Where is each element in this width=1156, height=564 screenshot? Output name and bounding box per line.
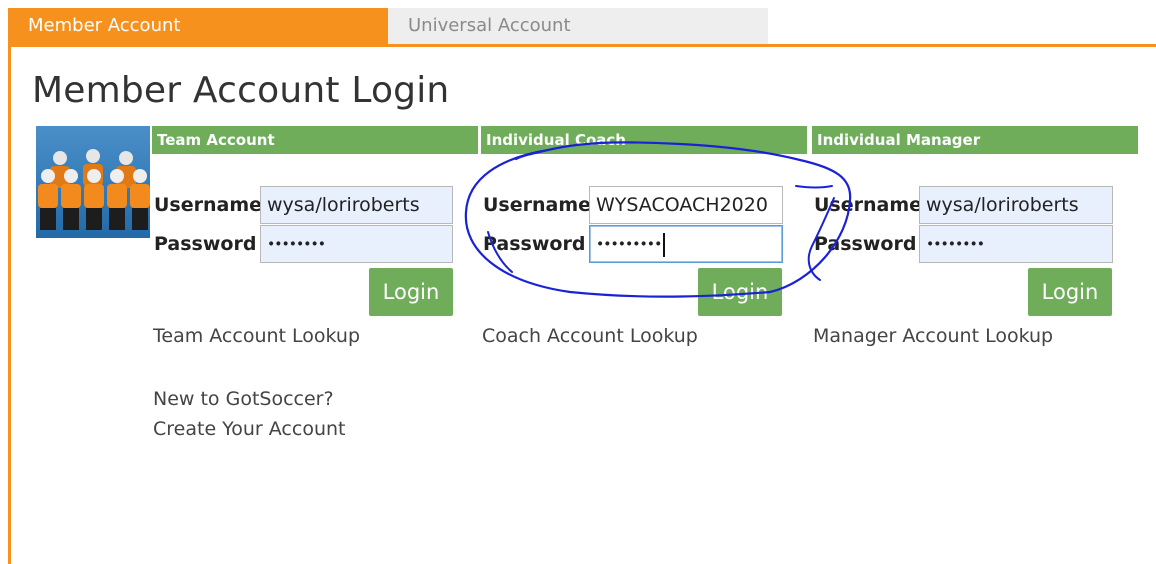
coach-password-mask: •••••••••: [596, 236, 662, 253]
coach-password-input[interactable]: •••••••••: [589, 225, 783, 263]
team-password-label: Password: [154, 233, 257, 255]
coach-password-label: Password: [483, 233, 586, 255]
team-account-section: Team Account: [152, 126, 478, 154]
manager-account-section: Individual Manager: [812, 126, 1138, 154]
new-to-gotsoccer-text: New to GotSoccer?: [153, 388, 334, 410]
coach-account-header: Individual Coach: [481, 126, 807, 154]
team-username-row: Username wysa/loriroberts: [152, 186, 478, 224]
coach-account-lookup-link[interactable]: Coach Account Lookup: [482, 325, 698, 347]
manager-login-button[interactable]: Login: [1028, 268, 1112, 316]
account-tabs: Member Account Universal Account: [8, 8, 768, 44]
manager-password-input[interactable]: ••••••••: [919, 225, 1113, 263]
coach-username-input[interactable]: WYSACOACH2020: [589, 186, 783, 224]
manager-username-row: Username wysa/loriroberts: [812, 186, 1138, 224]
team-players-icon: [36, 126, 150, 238]
manager-password-row: Password ••••••••: [812, 225, 1138, 263]
coach-login-button[interactable]: Login: [698, 268, 782, 316]
team-username-input[interactable]: wysa/loriroberts: [260, 186, 453, 224]
team-username-label: Username: [154, 194, 263, 216]
login-panel: [8, 44, 1156, 564]
coach-password-row: Password •••••••••: [481, 225, 807, 263]
team-password-input[interactable]: ••••••••: [260, 225, 453, 263]
manager-account-header: Individual Manager: [812, 126, 1138, 154]
manager-password-mask: ••••••••: [926, 236, 985, 253]
coach-account-section: Individual Coach: [481, 126, 807, 154]
manager-password-label: Password: [814, 233, 917, 255]
create-account-link[interactable]: Create Your Account: [153, 418, 346, 440]
team-account-lookup-link[interactable]: Team Account Lookup: [153, 325, 360, 347]
manager-username-input[interactable]: wysa/loriroberts: [919, 186, 1113, 224]
team-login-button[interactable]: Login: [369, 268, 453, 316]
team-account-header: Team Account: [152, 126, 478, 154]
team-password-row: Password ••••••••: [152, 225, 478, 263]
tab-universal-account[interactable]: Universal Account: [388, 8, 768, 44]
coach-username-label: Username: [483, 194, 592, 216]
tab-member-account[interactable]: Member Account: [8, 8, 388, 44]
manager-account-lookup-link[interactable]: Manager Account Lookup: [813, 325, 1053, 347]
page-title: Member Account Login: [32, 70, 450, 111]
coach-username-row: Username WYSACOACH2020: [481, 186, 807, 224]
manager-username-label: Username: [814, 194, 923, 216]
team-password-mask: ••••••••: [267, 236, 326, 253]
text-caret: [663, 232, 666, 257]
